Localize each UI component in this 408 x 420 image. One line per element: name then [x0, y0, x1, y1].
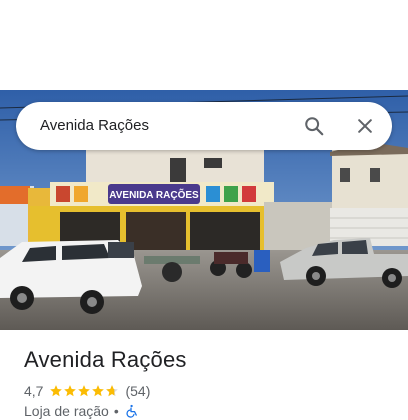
close-icon	[358, 119, 372, 133]
store-sign-text: AVENIDA RAÇÕES	[109, 188, 199, 201]
place-category: Loja de ração	[24, 403, 109, 419]
place-name: Avenida Rações	[24, 347, 187, 372]
category-row: Loja de ração •	[24, 402, 138, 420]
rating-value: 4,7	[24, 383, 44, 399]
rating-row[interactable]: 4,7 (54)	[24, 382, 150, 400]
clear-search-button[interactable]	[347, 108, 383, 144]
star-half-icon	[106, 385, 119, 397]
star-icon	[78, 385, 91, 397]
separator: •	[113, 403, 119, 419]
search-icon	[305, 117, 324, 136]
wheelchair-icon	[126, 404, 137, 418]
review-count[interactable]: (54)	[125, 383, 150, 399]
search-input[interactable]: Avenida Rações	[40, 102, 149, 150]
star-icon	[92, 385, 105, 397]
top-blank-area	[0, 0, 408, 90]
star-rating	[49, 384, 119, 398]
star-icon	[64, 385, 77, 397]
search-box[interactable]: Avenida Rações	[16, 102, 392, 150]
star-icon	[50, 385, 63, 397]
search-button[interactable]	[296, 108, 332, 144]
